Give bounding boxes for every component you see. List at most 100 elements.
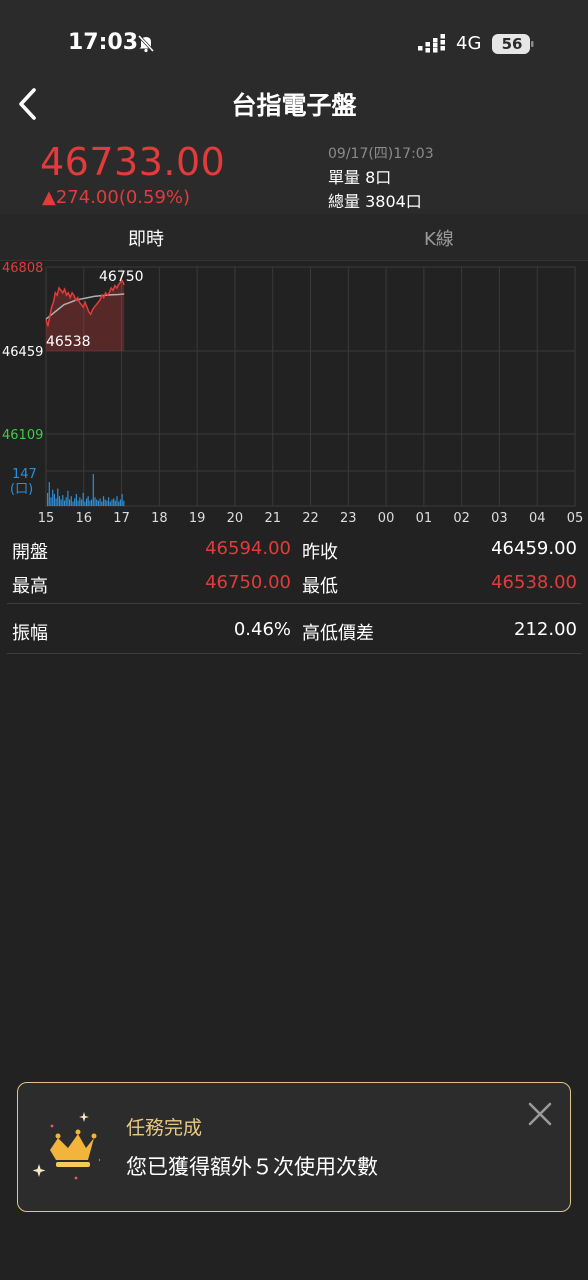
battery-level: 56 xyxy=(501,35,523,53)
x-tick-01: 01 xyxy=(416,511,433,526)
chart-tabs xyxy=(0,214,588,261)
x-tick-17: 17 xyxy=(113,511,130,526)
page-title: 台指電子盤 xyxy=(231,91,357,120)
range-label: 高低價差 xyxy=(302,623,374,644)
stats-divider xyxy=(7,603,581,604)
volume-bar xyxy=(82,492,84,506)
volume-bar xyxy=(80,499,83,506)
volume-bar xyxy=(55,498,57,506)
volume-bar xyxy=(86,498,88,506)
signal-icon xyxy=(418,34,445,53)
toast-title: 任務完成 xyxy=(126,1117,203,1139)
volume-bar xyxy=(47,492,49,506)
prev-close-label: 昨收 xyxy=(302,542,338,563)
high-label: 46750 xyxy=(99,269,144,285)
volume-bar xyxy=(116,496,118,506)
x-tick-00: 00 xyxy=(378,511,395,526)
x-tick-04: 04 xyxy=(529,511,546,526)
x-axis-ticks: 15 16 17 18 19 20 21 22 23 00 01 02 03 04 05 xyxy=(38,511,584,526)
volume-bars xyxy=(47,474,125,506)
task-complete-toast[interactable] xyxy=(17,1082,571,1212)
unit-volume: 單量 8口 xyxy=(328,168,392,187)
volume-bar xyxy=(121,494,123,506)
y-label-bottom: 46109 xyxy=(2,428,43,443)
volume-bar xyxy=(104,499,106,506)
x-tick-18: 18 xyxy=(151,511,168,526)
x-tick-03: 03 xyxy=(491,511,508,526)
volume-bar xyxy=(48,482,50,506)
volume-bar xyxy=(52,489,54,506)
x-tick-23: 23 xyxy=(340,511,357,526)
amplitude-label: 振幅 xyxy=(12,623,48,644)
volume-bar xyxy=(111,499,113,506)
x-tick-22: 22 xyxy=(302,511,319,526)
status-time: 17:03 xyxy=(68,30,139,55)
x-tick-15: 15 xyxy=(38,511,55,526)
volume-bar xyxy=(99,498,101,506)
x-tick-02: 02 xyxy=(453,511,470,526)
volume-max-label: 147 xyxy=(12,467,37,482)
volume-bar xyxy=(97,500,99,506)
volume-bar xyxy=(94,497,96,506)
low-value: 46538.00 xyxy=(491,572,577,593)
bell-muted-icon xyxy=(137,34,155,53)
tab-kline[interactable]: K線 xyxy=(424,225,454,251)
volume-bar xyxy=(67,490,69,506)
volume-bar xyxy=(92,474,94,506)
x-tick-19: 19 xyxy=(189,511,206,526)
low-label-text: 最低 xyxy=(302,576,338,597)
volume-bar xyxy=(118,501,120,506)
volume-bar xyxy=(50,497,52,506)
volume-bar xyxy=(77,500,79,506)
intraday-chart[interactable]: 46808 46459 46109 46750 46538 147 (口) 15… xyxy=(0,262,588,530)
volume-bar xyxy=(70,496,72,506)
volume-bar xyxy=(74,498,76,506)
high-value: 46750.00 xyxy=(205,572,291,593)
low-label: 46538 xyxy=(46,334,91,350)
network-type: 4G xyxy=(456,33,482,54)
volume-bar xyxy=(53,494,55,506)
volume-bar xyxy=(72,501,74,506)
volume-bar xyxy=(119,499,121,506)
y-label-top: 46808 xyxy=(2,262,43,276)
volume-bar xyxy=(102,496,105,506)
volume-bar xyxy=(60,499,62,506)
quote-datetime: 09/17(四)17:03 xyxy=(328,146,434,162)
volume-bar xyxy=(75,494,77,506)
toast-message: 您已獲得額外５次使用次數 xyxy=(126,1155,378,1179)
close-icon[interactable] xyxy=(526,1100,554,1128)
volume-bar xyxy=(114,500,116,506)
high-label-text: 最高 xyxy=(12,576,48,597)
x-tick-16: 16 xyxy=(76,511,93,526)
chart-grid xyxy=(45,266,576,507)
volume-bar xyxy=(91,499,93,506)
volume-unit-label: (口) xyxy=(10,482,33,497)
volume-bar xyxy=(123,500,125,506)
volume-bar xyxy=(89,500,91,506)
volume-bar xyxy=(108,497,110,506)
x-tick-20: 20 xyxy=(227,511,244,526)
volume-bar xyxy=(57,488,59,506)
volume-bar xyxy=(113,498,115,506)
volume-bar xyxy=(84,501,86,506)
crown-icon xyxy=(32,1112,100,1180)
volume-bar xyxy=(79,497,81,506)
volume-bar xyxy=(101,501,103,506)
open-value: 46594.00 xyxy=(205,538,291,559)
range-value: 212.00 xyxy=(514,619,577,640)
y-label-mid: 46459 xyxy=(2,345,43,360)
prev-close-value: 46459.00 xyxy=(491,538,577,559)
stats-divider-bottom xyxy=(7,653,581,654)
total-volume: 總量 3804口 xyxy=(328,192,422,211)
volume-bar xyxy=(65,497,67,506)
tab-realtime[interactable]: 即時 xyxy=(128,225,164,251)
last-price: 46733.00 xyxy=(40,140,226,184)
volume-bar xyxy=(96,499,98,506)
x-tick-21: 21 xyxy=(264,511,281,526)
price-change: ▲274.00(0.59%) xyxy=(42,187,191,208)
volume-bar xyxy=(87,496,89,506)
volume-bar xyxy=(109,501,111,506)
x-tick-05: 05 xyxy=(567,511,584,526)
open-label: 開盤 xyxy=(12,542,48,563)
amplitude-value: 0.46% xyxy=(233,619,291,640)
